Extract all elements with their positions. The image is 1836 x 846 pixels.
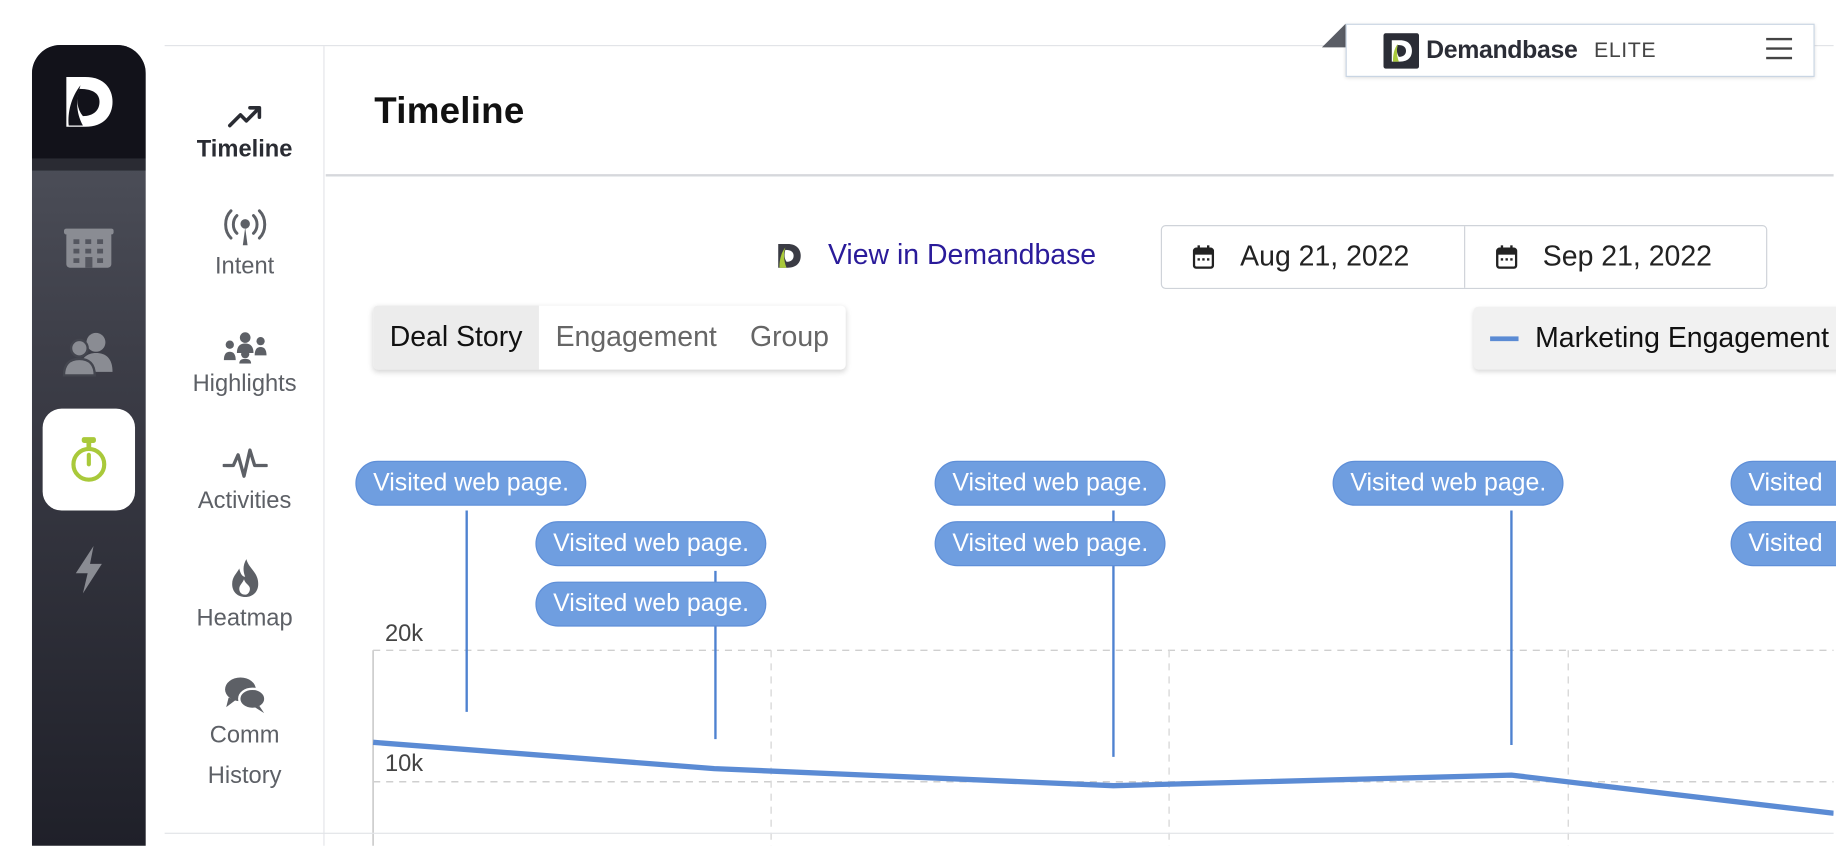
nav-label-highlights: Highlights — [192, 370, 297, 397]
ytick-10k: 10k — [385, 751, 423, 777]
nav-item-comm-history[interactable]: Comm History — [165, 670, 325, 796]
page-title: Timeline — [374, 90, 525, 132]
event-pill-visited-web-page[interactable]: Visited — [1730, 460, 1836, 506]
legend-label: Marketing Engagement — [1535, 321, 1830, 354]
date-range-picker: Aug 21, 2022 Sep 21, 2022 — [1160, 225, 1768, 290]
ytick-20k: 20k — [385, 621, 423, 647]
app-rail — [31, 45, 146, 846]
demandbase-d-icon — [778, 244, 801, 268]
tab-engagement[interactable]: Engagement — [539, 306, 733, 370]
stopwatch-icon — [71, 437, 107, 482]
flame-icon — [231, 559, 258, 597]
event-pill-visited-web-page[interactable]: Visited web page. — [934, 460, 1167, 506]
event-pill-visited-web-page[interactable]: Visited web page. — [535, 521, 767, 567]
tab-group[interactable]: Group — [733, 306, 845, 370]
demandbase-logo-icon — [1383, 32, 1420, 69]
nav-item-timeline[interactable]: Timeline — [165, 84, 325, 169]
rail-timeline-button[interactable] — [42, 408, 136, 511]
section-nav: Timeline Intent Highlights Activities He… — [165, 46, 325, 846]
header-divider — [325, 174, 1834, 177]
chat-bubbles-icon — [224, 677, 266, 714]
calendar-icon — [1192, 245, 1215, 269]
end-date-field[interactable]: Sep 21, 2022 — [1463, 226, 1766, 288]
rail-company-button[interactable] — [43, 197, 135, 299]
nav-label-heatmap: Heatmap — [196, 605, 293, 632]
nav-item-highlights[interactable]: Highlights — [165, 319, 325, 404]
view-in-demandbase-link[interactable]: View in Demandbase — [776, 239, 1096, 272]
event-pill-visited-web-page[interactable]: Visited web page. — [535, 581, 767, 627]
nav-label-intent: Intent — [214, 253, 275, 280]
event-pill-visited-web-page[interactable]: Visited — [1730, 521, 1836, 567]
company-icon — [63, 228, 114, 268]
nav-label-activities: Activities — [197, 488, 292, 515]
hamburger-menu-icon[interactable] — [1766, 36, 1793, 62]
end-date-value: Sep 21, 2022 — [1542, 240, 1712, 273]
nav-label-timeline: Timeline — [196, 136, 293, 163]
event-pill-visited-web-page[interactable]: Visited web page. — [1332, 460, 1565, 506]
timeline-chart: 20k 10k Visited web page. Visited web page… — [326, 402, 1836, 846]
tab-deal-story[interactable]: Deal Story — [373, 305, 540, 370]
frame-bottom — [164, 832, 1834, 834]
chart-legend[interactable]: Marketing Engagement — [1473, 306, 1836, 370]
nav-label-comm-history: Comm History — [207, 722, 282, 789]
broadcast-icon — [223, 209, 266, 246]
nav-item-intent[interactable]: Intent — [165, 201, 325, 286]
demandbase-d-icon — [66, 76, 113, 127]
people-icon — [62, 332, 113, 377]
brand-tier: ELITE — [1594, 37, 1657, 62]
start-date-field[interactable]: Aug 21, 2022 — [1162, 226, 1463, 288]
event-pill-visited-web-page[interactable]: Visited web page. — [934, 521, 1167, 567]
trending-up-icon — [227, 106, 261, 128]
rail-people-button[interactable] — [43, 302, 135, 404]
calendar-icon — [1495, 245, 1517, 269]
start-date-value: Aug 21, 2022 — [1240, 240, 1410, 273]
view-tabs: Deal Story Engagement Group — [373, 305, 846, 370]
brand-bar-corner — [1321, 23, 1346, 48]
brand-name: Demandbase — [1426, 36, 1578, 64]
series-line-marketing-engagement — [372, 739, 1834, 816]
event-pill-visited-web-page[interactable]: Visited web page. — [355, 460, 587, 506]
nav-item-activities[interactable]: Activities — [165, 436, 325, 521]
pulse-icon — [222, 448, 268, 478]
brand-bar: Demandbase ELITE — [1345, 23, 1815, 77]
legend-swatch — [1490, 335, 1519, 341]
rail-lightning-button[interactable] — [43, 519, 135, 621]
demandbase-logo[interactable] — [31, 45, 146, 159]
nav-item-heatmap[interactable]: Heatmap — [165, 553, 325, 638]
view-in-demandbase-label: View in Demandbase — [827, 239, 1097, 272]
group-icon — [223, 332, 266, 364]
lightning-icon — [75, 546, 102, 594]
main-panel: Timeline View in Demandbase Aug 21, 2022 — [325, 46, 1836, 846]
